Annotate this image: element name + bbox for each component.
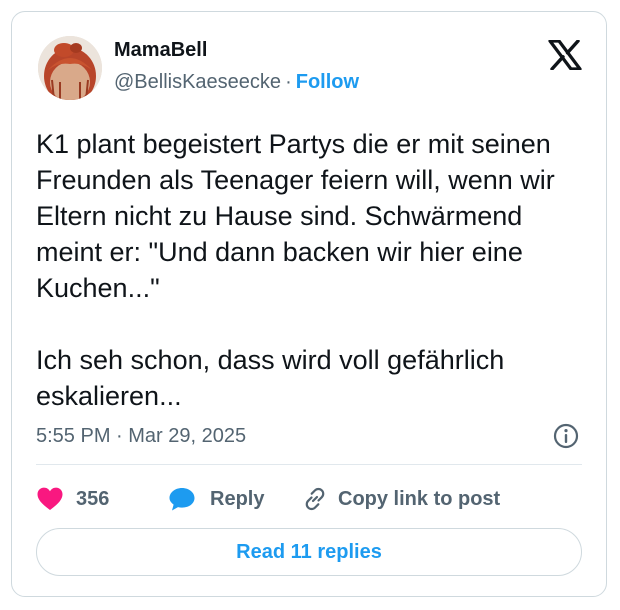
tweet-paragraph: Ich seh schon, dass wird voll gefährlich… — [36, 345, 505, 411]
avatar-image — [38, 36, 102, 100]
copy-link-button[interactable]: Copy link to post — [302, 486, 500, 512]
reply-label: Reply — [210, 487, 265, 510]
tweet-text: K1 plant begeistert Partys die er mit se… — [36, 126, 592, 414]
info-icon[interactable] — [552, 422, 580, 450]
tweet-timestamp[interactable]: 5:55 PM · Mar 29, 2025 — [36, 424, 246, 448]
reply-button[interactable]: Reply — [168, 486, 302, 512]
tweet-paragraph: K1 plant begeistert Partys die er mit se… — [36, 129, 555, 303]
user-handle[interactable]: @BellisKaeseecke — [114, 71, 281, 93]
like-button[interactable]: 356 — [36, 486, 168, 512]
speech-bubble-icon — [169, 488, 195, 511]
heart-icon — [37, 487, 63, 510]
read-replies-button[interactable]: Read 11 replies — [36, 528, 582, 576]
action-bar: 356 Reply Copy link to post — [36, 482, 500, 516]
like-count: 356 — [76, 487, 110, 510]
avatar[interactable] — [38, 36, 102, 100]
display-name[interactable]: MamaBell — [114, 38, 207, 62]
link-icon — [305, 487, 325, 511]
separator-dot: · — [285, 71, 292, 93]
x-logo-icon[interactable] — [548, 40, 582, 70]
copy-link-label: Copy link to post — [338, 487, 501, 510]
handle-row: @BellisKaeseecke · Follow — [114, 70, 359, 94]
tweet-card: MamaBell @BellisKaeseecke · Follow K1 plan… — [11, 11, 607, 597]
divider — [36, 464, 582, 465]
follow-button[interactable]: Follow — [296, 71, 359, 93]
read-replies-label: Read 11 replies — [236, 540, 382, 563]
